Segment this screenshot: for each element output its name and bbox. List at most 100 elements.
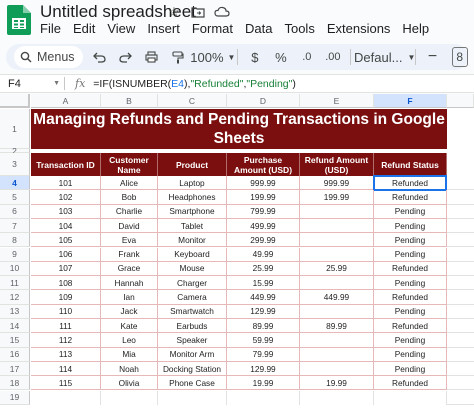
table-cell[interactable]: 999.99 <box>227 176 300 191</box>
name-box[interactable]: F4 ▼ <box>0 78 64 90</box>
table-cell[interactable]: Pending <box>374 247 447 262</box>
table-cell[interactable]: Alice <box>101 176 158 191</box>
column-header-a[interactable]: A <box>31 94 101 108</box>
table-cell[interactable]: Headphones <box>158 190 227 205</box>
empty-cell[interactable] <box>447 362 474 377</box>
menu-extensions[interactable]: Extensions <box>327 21 391 36</box>
row-header-9[interactable]: 9 <box>0 247 30 262</box>
font-select[interactable]: Defaul... ▼ <box>354 46 415 68</box>
table-cell[interactable]: Refunded <box>374 376 447 391</box>
spreadsheet-grid[interactable]: Managing Refunds and Pending Transaction… <box>0 94 474 409</box>
menu-help[interactable]: Help <box>402 21 429 36</box>
table-cell[interactable]: 104 <box>31 218 101 234</box>
table-cell[interactable] <box>31 390 101 405</box>
table-cell[interactable]: Grace <box>101 261 158 277</box>
table-cell[interactable]: 449.99 <box>227 290 300 305</box>
table-cell[interactable]: 15.99 <box>227 276 300 291</box>
row-header-19[interactable]: 19 <box>0 390 30 405</box>
table-cell[interactable]: Speaker <box>158 333 227 348</box>
formula-input[interactable]: =IF(ISNUMBER(E4),"Refunded","Pending") <box>93 78 296 90</box>
table-header-cell[interactable]: Refund Amount (USD) <box>300 153 374 176</box>
table-cell[interactable]: Noah <box>101 361 158 377</box>
table-cell[interactable]: 129.99 <box>227 361 300 377</box>
table-cell[interactable]: 999.99 <box>300 176 374 191</box>
table-cell[interactable]: Refunded <box>374 319 447 334</box>
table-cell[interactable]: Bob <box>101 190 158 205</box>
column-header-f[interactable]: F <box>374 94 447 108</box>
table-cell[interactable]: 199.99 <box>300 190 374 205</box>
empty-cell[interactable] <box>447 333 474 348</box>
table-cell[interactable]: 103 <box>31 204 101 219</box>
table-cell[interactable] <box>300 233 374 248</box>
table-cell[interactable]: Charlie <box>101 204 158 219</box>
sheet-title-banner[interactable]: Managing Refunds and Pending Transaction… <box>31 109 447 149</box>
table-cell[interactable]: 79.99 <box>227 347 300 362</box>
table-cell[interactable]: 114 <box>31 361 101 377</box>
table-cell[interactable]: 112 <box>31 333 101 348</box>
row-header-11[interactable]: 11 <box>0 276 30 291</box>
menu-insert[interactable]: Insert <box>147 21 180 36</box>
table-cell[interactable] <box>300 390 374 405</box>
table-cell[interactable]: 115 <box>31 376 101 391</box>
table-header-cell[interactable]: Refund Status <box>374 153 447 176</box>
table-cell[interactable] <box>300 333 374 348</box>
empty-cell[interactable] <box>447 290 474 305</box>
row-header-1[interactable]: 1 <box>0 109 30 149</box>
menu-edit[interactable]: Edit <box>73 21 95 36</box>
table-cell[interactable]: 102 <box>31 190 101 205</box>
column-header-e[interactable]: E <box>300 94 374 108</box>
table-cell[interactable] <box>101 390 158 405</box>
menu-tools[interactable]: Tools <box>284 21 314 36</box>
table-cell[interactable]: Laptop <box>158 176 227 191</box>
table-cell[interactable]: Pending <box>374 333 447 348</box>
table-cell[interactable] <box>374 390 447 405</box>
table-cell[interactable]: Smartphone <box>158 204 227 219</box>
select-all-corner[interactable] <box>0 94 30 108</box>
empty-cell[interactable] <box>447 319 474 334</box>
table-cell[interactable]: 299.99 <box>227 233 300 248</box>
table-cell[interactable]: 110 <box>31 304 101 319</box>
table-cell[interactable] <box>300 218 374 234</box>
table-cell[interactable]: 106 <box>31 247 101 262</box>
table-cell[interactable] <box>158 390 227 405</box>
empty-cell[interactable] <box>447 219 474 234</box>
row-header-16[interactable]: 16 <box>0 347 30 362</box>
table-cell[interactable]: 107 <box>31 261 101 277</box>
table-cell[interactable] <box>227 390 300 405</box>
table-cell[interactable]: Eva <box>101 233 158 248</box>
table-cell[interactable]: 449.99 <box>300 290 374 305</box>
empty-cell[interactable] <box>447 305 474 319</box>
row-header-10[interactable]: 10 <box>0 261 30 277</box>
table-cell[interactable]: Keyboard <box>158 247 227 262</box>
table-cell[interactable]: Earbuds <box>158 319 227 334</box>
table-header-cell[interactable]: Product <box>158 153 227 176</box>
table-cell[interactable] <box>300 204 374 219</box>
table-cell[interactable]: Hannah <box>101 276 158 291</box>
row-header-4[interactable]: 4 <box>0 176 30 191</box>
table-cell[interactable] <box>300 247 374 262</box>
empty-cell[interactable] <box>447 190 474 205</box>
table-cell[interactable]: 199.99 <box>227 190 300 205</box>
column-header-c[interactable]: C <box>158 94 227 108</box>
table-cell[interactable]: Camera <box>158 290 227 305</box>
table-cell[interactable]: Jack <box>101 304 158 319</box>
empty-cell[interactable] <box>447 276 474 291</box>
table-cell[interactable]: Kate <box>101 319 158 334</box>
table-header-cell[interactable]: Customer Name <box>101 153 158 176</box>
empty-cell[interactable] <box>447 348 474 362</box>
table-cell[interactable]: 59.99 <box>227 333 300 348</box>
table-cell[interactable]: Pending <box>374 304 447 319</box>
table-cell[interactable]: 101 <box>31 176 101 191</box>
table-cell[interactable]: Pending <box>374 218 447 234</box>
table-cell[interactable] <box>300 304 374 319</box>
menu-file[interactable]: File <box>40 21 61 36</box>
table-cell[interactable]: 113 <box>31 347 101 362</box>
table-cell[interactable]: Mia <box>101 347 158 362</box>
column-header-d[interactable]: D <box>227 94 300 108</box>
table-cell[interactable]: Leo <box>101 333 158 348</box>
paint-format-icon[interactable] <box>169 46 187 68</box>
format-currency-button[interactable]: $ <box>246 46 264 68</box>
star-icon[interactable]: ☆ <box>166 4 182 20</box>
table-cell[interactable]: Pending <box>374 276 447 291</box>
table-cell[interactable]: 499.99 <box>227 218 300 234</box>
